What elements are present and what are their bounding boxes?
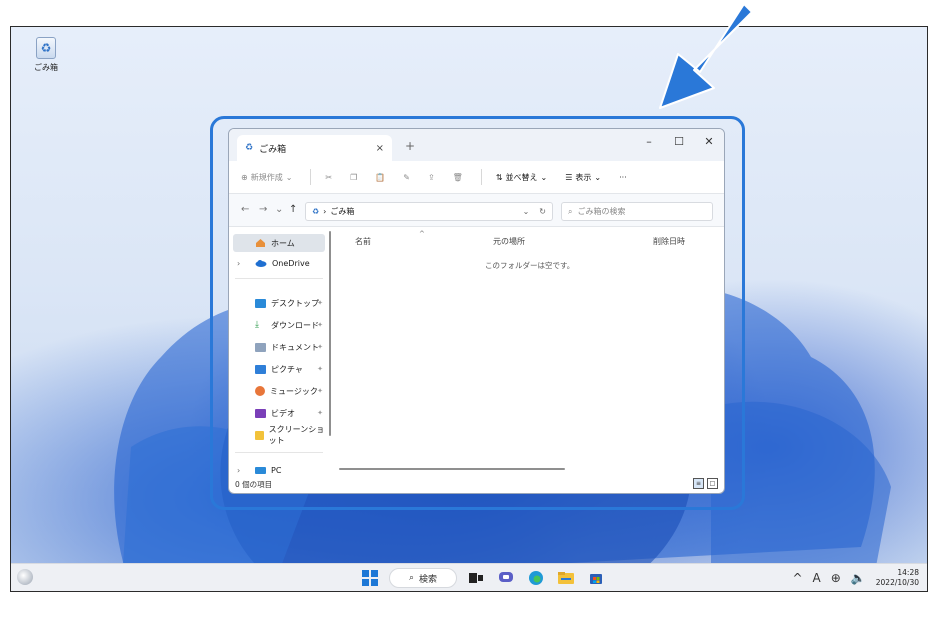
screen: ♻ ごみ箱 ⌕ 検索 ^ A ⊕ 🔈 14:28 2022/10/30 ♻ ごみ… (0, 0, 938, 624)
pointer-arrow-icon (659, 3, 753, 109)
